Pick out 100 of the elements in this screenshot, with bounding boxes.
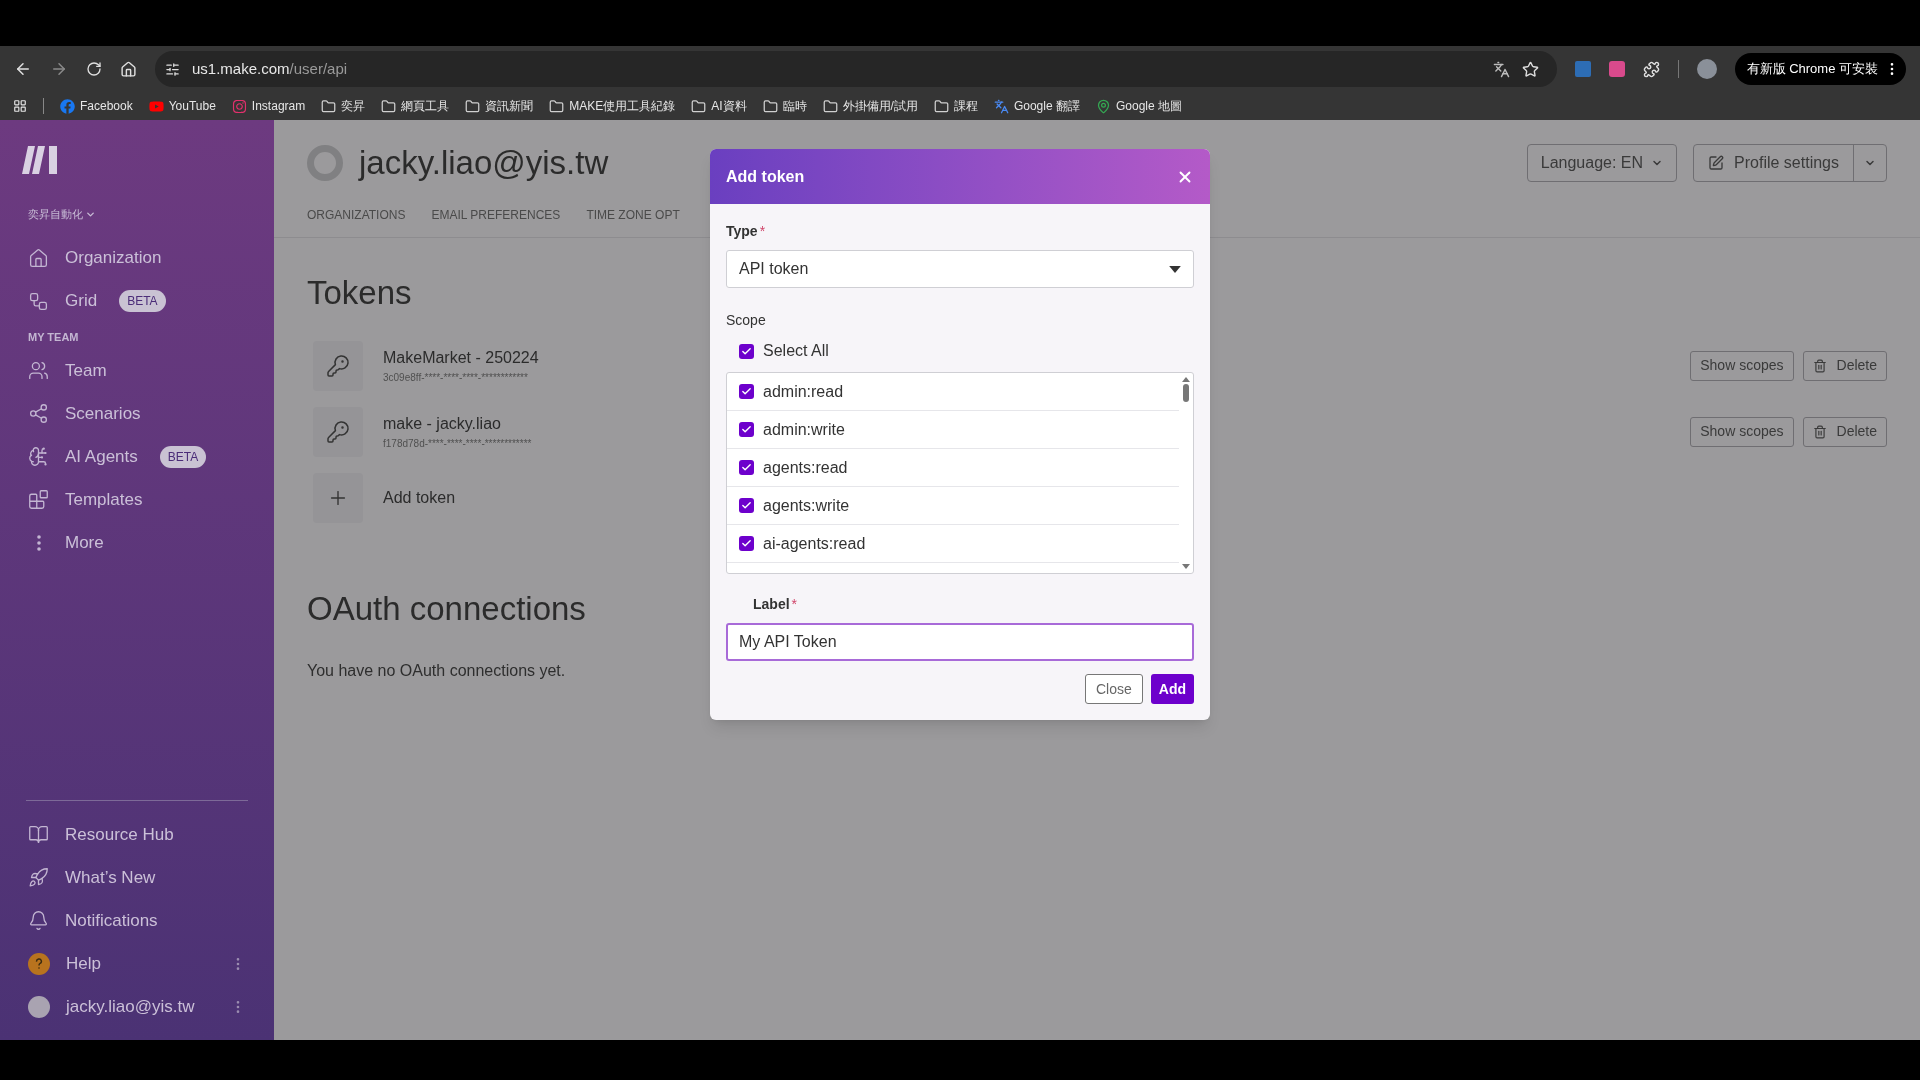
button-label: Profile settings: [1734, 153, 1839, 173]
section-heading: OAuth connections: [307, 588, 586, 629]
show-scopes-button[interactable]: Show scopes: [1690, 350, 1794, 381]
sidebar-item[interactable]: jacky.liao@yis.tw: [0, 985, 274, 1028]
facebook-icon: [60, 98, 75, 114]
folder-icon: [822, 98, 838, 114]
profile-avatar[interactable]: [1696, 59, 1717, 79]
check-icon: [741, 462, 752, 473]
folder-icon: [381, 98, 397, 114]
scope-option[interactable]: ai-agents:read: [727, 525, 1179, 563]
scope-option[interactable]: agents:write: [727, 487, 1179, 525]
token-name: MakeMarket - 250224: [383, 348, 539, 368]
forward-icon[interactable]: [50, 60, 68, 78]
scroll-down-arrow-icon[interactable]: [1182, 564, 1190, 569]
home-icon[interactable]: [120, 60, 137, 78]
token-masked-key: 3c09e8ff-****-****-****-************: [383, 370, 539, 385]
empty-message: You have no OAuth connections yet.: [307, 661, 566, 681]
sidebar-item[interactable]: Organization: [0, 236, 274, 280]
token-masked-key: f178d78d-****-****-****-************: [383, 436, 532, 451]
bookmark[interactable]: 資訊新聞: [465, 97, 534, 115]
show-scopes-button[interactable]: Show scopes: [1690, 416, 1794, 447]
token-name: make - jacky.liao: [383, 414, 502, 434]
sidebar-item[interactable]: Grid BETA: [0, 279, 274, 323]
checkbox[interactable]: [739, 422, 754, 437]
sidebar-item[interactable]: Resource Hub: [0, 813, 274, 856]
camera-icon: [231, 98, 247, 114]
bookmark[interactable]: MAKE使用工具紀錄: [549, 97, 676, 115]
avatar: [307, 145, 343, 181]
extension-icon[interactable]: [1608, 61, 1625, 77]
more-icon: [36, 534, 41, 551]
bookmark[interactable]: Instagram: [231, 97, 306, 115]
field-label: Type*: [726, 222, 767, 241]
checkbox[interactable]: [739, 498, 754, 513]
sidebar-item[interactable]: Notifications: [0, 899, 274, 942]
type-select[interactable]: API token: [726, 250, 1194, 288]
trash-icon: [1812, 424, 1827, 439]
add-button[interactable]: Add: [1150, 674, 1194, 704]
sidebar-item[interactable]: More: [0, 521, 274, 564]
add-token-button[interactable]: Add token: [307, 471, 456, 524]
puzzle-icon[interactable]: [1642, 60, 1660, 78]
scope-option[interactable]: agents:read: [727, 449, 1179, 487]
bookmark[interactable]: Facebook: [60, 97, 133, 115]
label-input[interactable]: My API Token: [726, 623, 1194, 661]
address-bar[interactable]: us1.make.com/user/api: [155, 51, 1557, 87]
folder-icon: [465, 98, 481, 114]
folder-icon: [549, 98, 565, 114]
folder-icon: [691, 98, 707, 114]
sidebar-item[interactable]: Help: [0, 942, 274, 985]
bookmark[interactable]: 奕昇: [321, 97, 366, 115]
profile-settings-button[interactable]: Profile settings: [1693, 144, 1887, 182]
bookmark[interactable]: YouTube: [148, 97, 216, 115]
select-all-checkbox[interactable]: Select All: [726, 341, 1194, 361]
bookmark[interactable]: 外掛備用/試用: [822, 97, 918, 115]
org-switcher[interactable]: 奕昇自動化: [28, 206, 274, 223]
checkbox[interactable]: [739, 460, 754, 475]
bookmark[interactable]: 臨時: [762, 97, 807, 115]
sidebar-item[interactable]: Scenarios: [0, 392, 274, 435]
rocket-icon: [28, 867, 49, 888]
sidebar-item[interactable]: AI Agents BETA: [0, 435, 274, 478]
checkbox[interactable]: [739, 343, 754, 359]
key-icon: [313, 340, 363, 391]
home-icon: [28, 247, 49, 269]
bookmark[interactable]: 課程: [933, 97, 978, 115]
site-info-icon: [165, 61, 180, 77]
edit-icon: [1708, 155, 1725, 171]
scrollbar-thumb[interactable]: [1183, 384, 1189, 402]
bookmark[interactable]: Google 地圖: [1095, 97, 1182, 115]
scope-option[interactable]: admin:write: [727, 411, 1179, 449]
sidebar-item[interactable]: What’s New: [0, 856, 274, 899]
section-heading: Tokens: [307, 273, 412, 313]
scroll-up-arrow-icon[interactable]: [1182, 377, 1190, 382]
sidebar-item[interactable]: Templates: [0, 478, 274, 521]
brain-icon: [28, 446, 49, 467]
translate-icon: [993, 98, 1009, 114]
sidebar-item[interactable]: Team: [0, 349, 274, 392]
apps-icon[interactable]: [13, 99, 27, 113]
share-icon: [28, 403, 49, 424]
bookmark[interactable]: 網頁工具: [381, 97, 450, 115]
language-button[interactable]: Language: EN: [1526, 144, 1678, 182]
bookmark[interactable]: Google 翻譯: [993, 97, 1080, 115]
translate-icon[interactable]: [1492, 60, 1510, 78]
people-icon: [28, 360, 49, 381]
scope-option[interactable]: admin:read: [727, 373, 1179, 411]
bell-icon: [28, 910, 49, 931]
checkbox[interactable]: [739, 536, 754, 551]
delete-button[interactable]: Delete: [1802, 416, 1887, 447]
star-icon[interactable]: [1521, 60, 1539, 78]
logo: [22, 146, 58, 174]
update-chrome-button[interactable]: 有新版 Chrome 可安裝: [1734, 53, 1906, 85]
back-icon[interactable]: [14, 60, 32, 78]
dialog-title: Add token: [726, 166, 805, 187]
bookmark[interactable]: AI資料: [691, 97, 747, 115]
plus-icon: [313, 472, 363, 523]
close-button[interactable]: Close: [1085, 674, 1143, 704]
reload-icon[interactable]: [86, 61, 102, 77]
checkbox[interactable]: [739, 384, 754, 399]
url-text: us1.make.com/user/api: [192, 58, 348, 79]
blocks-icon: [28, 489, 49, 510]
delete-button[interactable]: Delete: [1802, 350, 1887, 381]
book-icon: [28, 824, 49, 845]
